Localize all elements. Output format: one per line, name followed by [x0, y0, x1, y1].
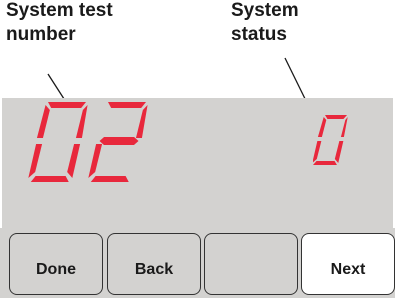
back-button-label: Back — [134, 261, 174, 278]
next-button[interactable]: Next — [301, 233, 395, 295]
test-number-digits — [28, 102, 148, 182]
done-button-label: Done — [36, 261, 76, 278]
back-button[interactable]: Back — [107, 233, 201, 295]
system-status-digit — [313, 115, 348, 165]
done-button[interactable]: Done — [9, 233, 103, 295]
blank-button[interactable] — [204, 233, 298, 295]
next-button-label: Next — [330, 261, 366, 278]
